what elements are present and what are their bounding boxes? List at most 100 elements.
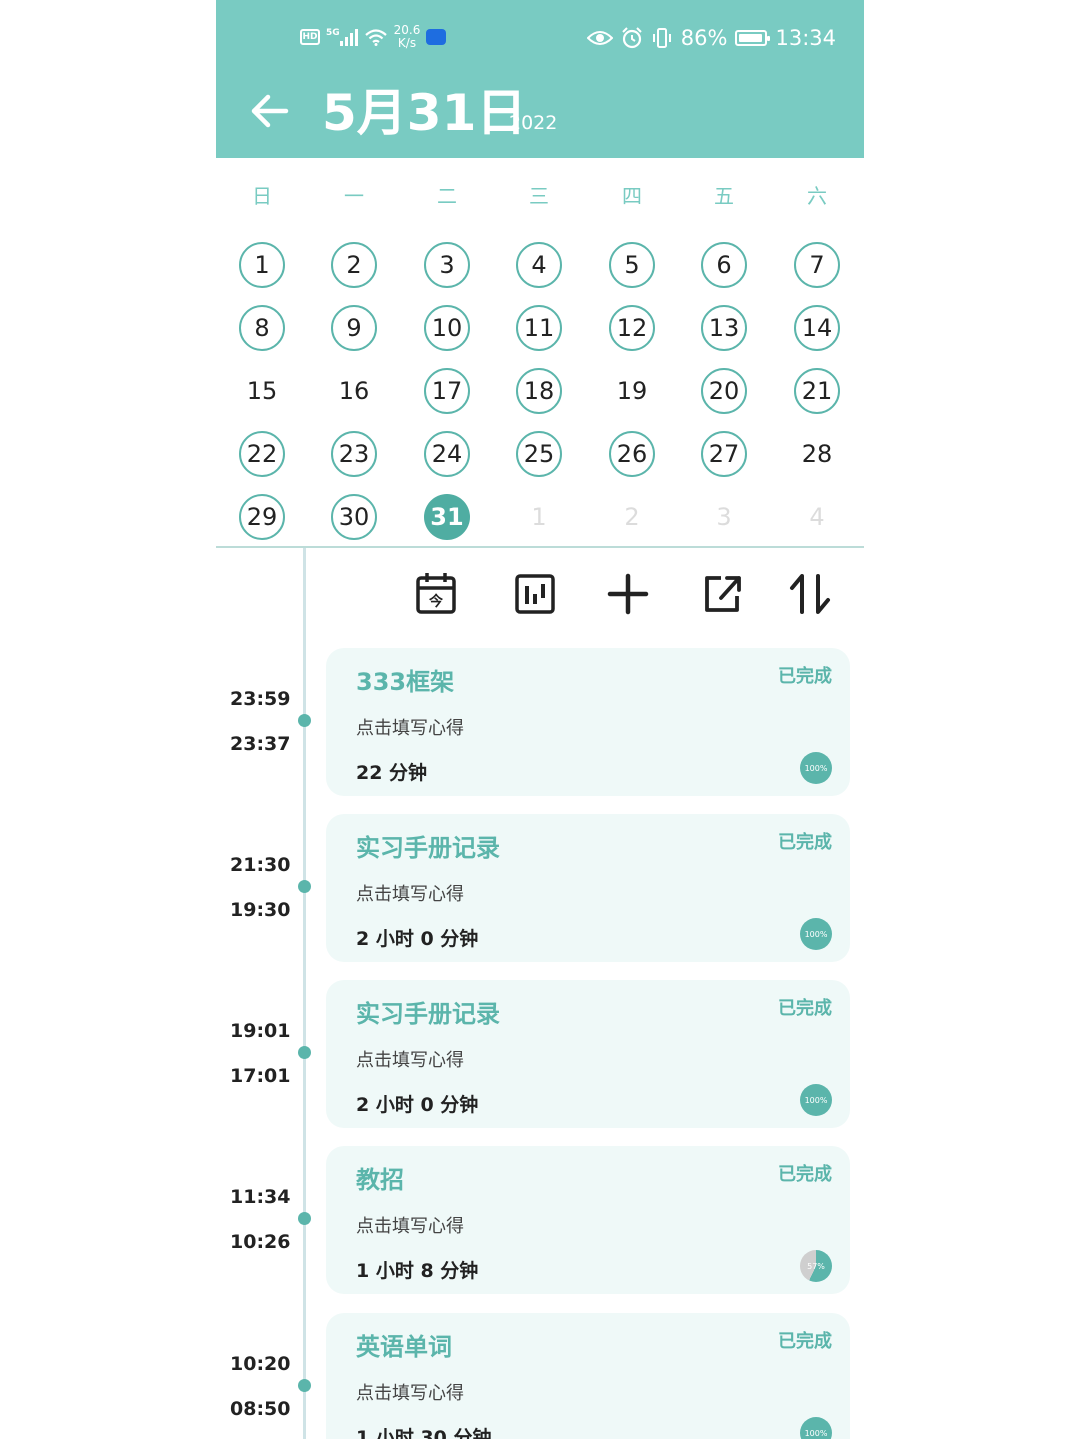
entry-note-prompt[interactable]: 点击填写心得 bbox=[356, 880, 464, 906]
calendar-day[interactable]: 1 bbox=[516, 494, 562, 540]
today-glyph: 今 bbox=[428, 593, 443, 610]
calendar-day[interactable]: 9 bbox=[331, 305, 377, 351]
progress-label: 100% bbox=[804, 763, 828, 773]
calendar-day[interactable]: 22 bbox=[239, 431, 285, 477]
calendar-day[interactable]: 10 bbox=[424, 305, 470, 351]
calendar-day[interactable]: 3 bbox=[701, 494, 747, 540]
calendar-day-selected[interactable]: 31 bbox=[424, 494, 470, 540]
timeline-dot bbox=[298, 1046, 311, 1059]
status-left: HD 5G 20.6 K/s bbox=[300, 24, 447, 50]
entry-status: 已完成 bbox=[778, 1331, 832, 1352]
weekday-header: 日一二三四五六 bbox=[216, 180, 864, 214]
calendar-day[interactable]: 24 bbox=[424, 431, 470, 477]
entry-duration: 1 小时 30 分钟 bbox=[356, 1427, 492, 1439]
entry-title: 实习手册记录 bbox=[356, 834, 500, 862]
cloud-icon bbox=[426, 29, 447, 45]
entry-start-time: 08:50 bbox=[230, 1398, 291, 1420]
statistics-icon[interactable] bbox=[511, 568, 559, 620]
share-export-icon[interactable] bbox=[699, 568, 747, 620]
network-type: 5G bbox=[326, 28, 340, 38]
signal-icon: 5G bbox=[326, 28, 358, 46]
entry-end-time: 19:01 bbox=[230, 1020, 291, 1042]
calendar-day[interactable]: 4 bbox=[794, 494, 840, 540]
calendar-day[interactable]: 6 bbox=[701, 242, 747, 288]
net-speed: 20.6 K/s bbox=[394, 24, 421, 50]
calendar-day[interactable]: 17 bbox=[424, 368, 470, 414]
entry-note-prompt[interactable]: 点击填写心得 bbox=[356, 1212, 464, 1238]
add-icon[interactable] bbox=[604, 568, 652, 620]
timeline-dot bbox=[298, 880, 311, 893]
net-speed-unit: K/s bbox=[397, 36, 417, 50]
calendar-day[interactable]: 20 bbox=[701, 368, 747, 414]
entry-card[interactable]: 教招 已完成点击填写心得 1 小时 8 分钟 57% bbox=[326, 1146, 850, 1294]
calendar-day[interactable]: 18 bbox=[516, 368, 562, 414]
entry-title: 教招 bbox=[356, 1166, 404, 1194]
calendar-grid: 1 2 3 4 5 6 7 8 9 10 11 12 13 14 15 16 17 18 19 20 21 22 23 24 2… bbox=[216, 230, 864, 545]
entry-duration: 2 小时 0 分钟 bbox=[356, 1094, 479, 1116]
calendar-day[interactable]: 29 bbox=[239, 494, 285, 540]
calendar-day[interactable]: 15 bbox=[239, 368, 285, 414]
entry-end-time: 21:30 bbox=[230, 854, 291, 876]
progress-ring: 100% bbox=[800, 1084, 832, 1116]
entry-card[interactable]: 实习手册记录 已完成 点击填写心得 2 小时 0 分钟 100% bbox=[326, 814, 850, 962]
entry-note-prompt[interactable]: 点击填写心得 bbox=[356, 1046, 464, 1072]
calendar-day[interactable]: 3 bbox=[424, 242, 470, 288]
alarm-icon bbox=[622, 27, 642, 49]
calendar-day[interactable]: 2 bbox=[609, 494, 655, 540]
today-calendar-icon[interactable]: 今 bbox=[412, 568, 460, 620]
calendar-day[interactable]: 23 bbox=[331, 431, 377, 477]
calendar-day[interactable]: 4 bbox=[516, 242, 562, 288]
entry-status: 已完成 bbox=[778, 998, 832, 1019]
progress-label: 100% bbox=[804, 1428, 828, 1438]
calendar-day[interactable]: 25 bbox=[516, 431, 562, 477]
entry-card[interactable]: 333框架 已完成 点击填写心得 22 分钟 100% bbox=[326, 648, 850, 796]
eye-icon bbox=[586, 31, 613, 45]
status-bar: HD 5G 20.6 K/s 86% 13:34 bbox=[216, 0, 864, 80]
back-arrow-icon[interactable] bbox=[246, 86, 294, 136]
entry-card[interactable]: 实习手册记录 已完成点击填写心得 2 小时 0 分钟 100% bbox=[326, 980, 850, 1128]
entry-title: 实习手册记录 bbox=[356, 1000, 500, 1028]
calendar-day[interactable]: 26 bbox=[609, 431, 655, 477]
entry-duration: 2 小时 0 分钟 bbox=[356, 928, 479, 950]
wifi-icon bbox=[364, 29, 387, 46]
app-header: HD 5G 20.6 K/s 86% 13:34 5月31日 2022 bbox=[216, 0, 864, 158]
calendar-day[interactable]: 16 bbox=[331, 368, 377, 414]
calendar-day[interactable]: 2 bbox=[331, 242, 377, 288]
calendar-day[interactable]: 5 bbox=[609, 242, 655, 288]
progress-ring: 100% bbox=[800, 918, 832, 950]
entry-start-time: 19:30 bbox=[230, 899, 291, 921]
entry-note-prompt[interactable]: 点击填写心得 bbox=[356, 714, 464, 740]
calendar-day[interactable]: 13 bbox=[701, 305, 747, 351]
weekday-label: 六 bbox=[807, 184, 827, 208]
entry-title: 英语单词 bbox=[356, 1333, 452, 1361]
calendar-day[interactable]: 21 bbox=[794, 368, 840, 414]
progress-ring: 100% bbox=[800, 1417, 832, 1439]
calendar-day[interactable]: 7 bbox=[794, 242, 840, 288]
calendar-day[interactable]: 12 bbox=[609, 305, 655, 351]
calendar-day[interactable]: 19 bbox=[609, 368, 655, 414]
timeline-dot bbox=[298, 1379, 311, 1392]
status-right: 86% 13:34 bbox=[586, 26, 836, 50]
weekday-label: 日 bbox=[252, 184, 272, 208]
entry-end-time: 11:34 bbox=[230, 1186, 291, 1208]
calendar-day[interactable]: 8 bbox=[239, 305, 285, 351]
calendar-day[interactable]: 1 bbox=[239, 242, 285, 288]
entry-start-time: 10:26 bbox=[230, 1231, 291, 1253]
entry-duration: 1 小时 8 分钟 bbox=[356, 1260, 479, 1282]
calendar-day[interactable]: 11 bbox=[516, 305, 562, 351]
sort-icon[interactable] bbox=[786, 568, 834, 620]
toolbar: 今 bbox=[216, 568, 864, 622]
entry-start-time: 23:37 bbox=[230, 733, 291, 755]
entry-card[interactable]: 英语单词 已完成点击填写心得 1 小时 30 分钟 100% bbox=[326, 1313, 850, 1439]
calendar-day[interactable]: 30 bbox=[331, 494, 377, 540]
entry-end-time: 23:59 bbox=[230, 688, 291, 710]
net-speed-value: 20.6 bbox=[393, 23, 421, 37]
hd-icon: HD bbox=[300, 29, 320, 45]
calendar-day[interactable]: 14 bbox=[794, 305, 840, 351]
entry-note-prompt[interactable]: 点击填写心得 bbox=[356, 1379, 464, 1405]
entry-status: 已完成 bbox=[778, 1164, 832, 1185]
calendar-day[interactable]: 28 bbox=[794, 431, 840, 477]
calendar-day[interactable]: 27 bbox=[701, 431, 747, 477]
progress-ring: 57% bbox=[800, 1250, 832, 1282]
progress-ring: 100% bbox=[800, 752, 832, 784]
